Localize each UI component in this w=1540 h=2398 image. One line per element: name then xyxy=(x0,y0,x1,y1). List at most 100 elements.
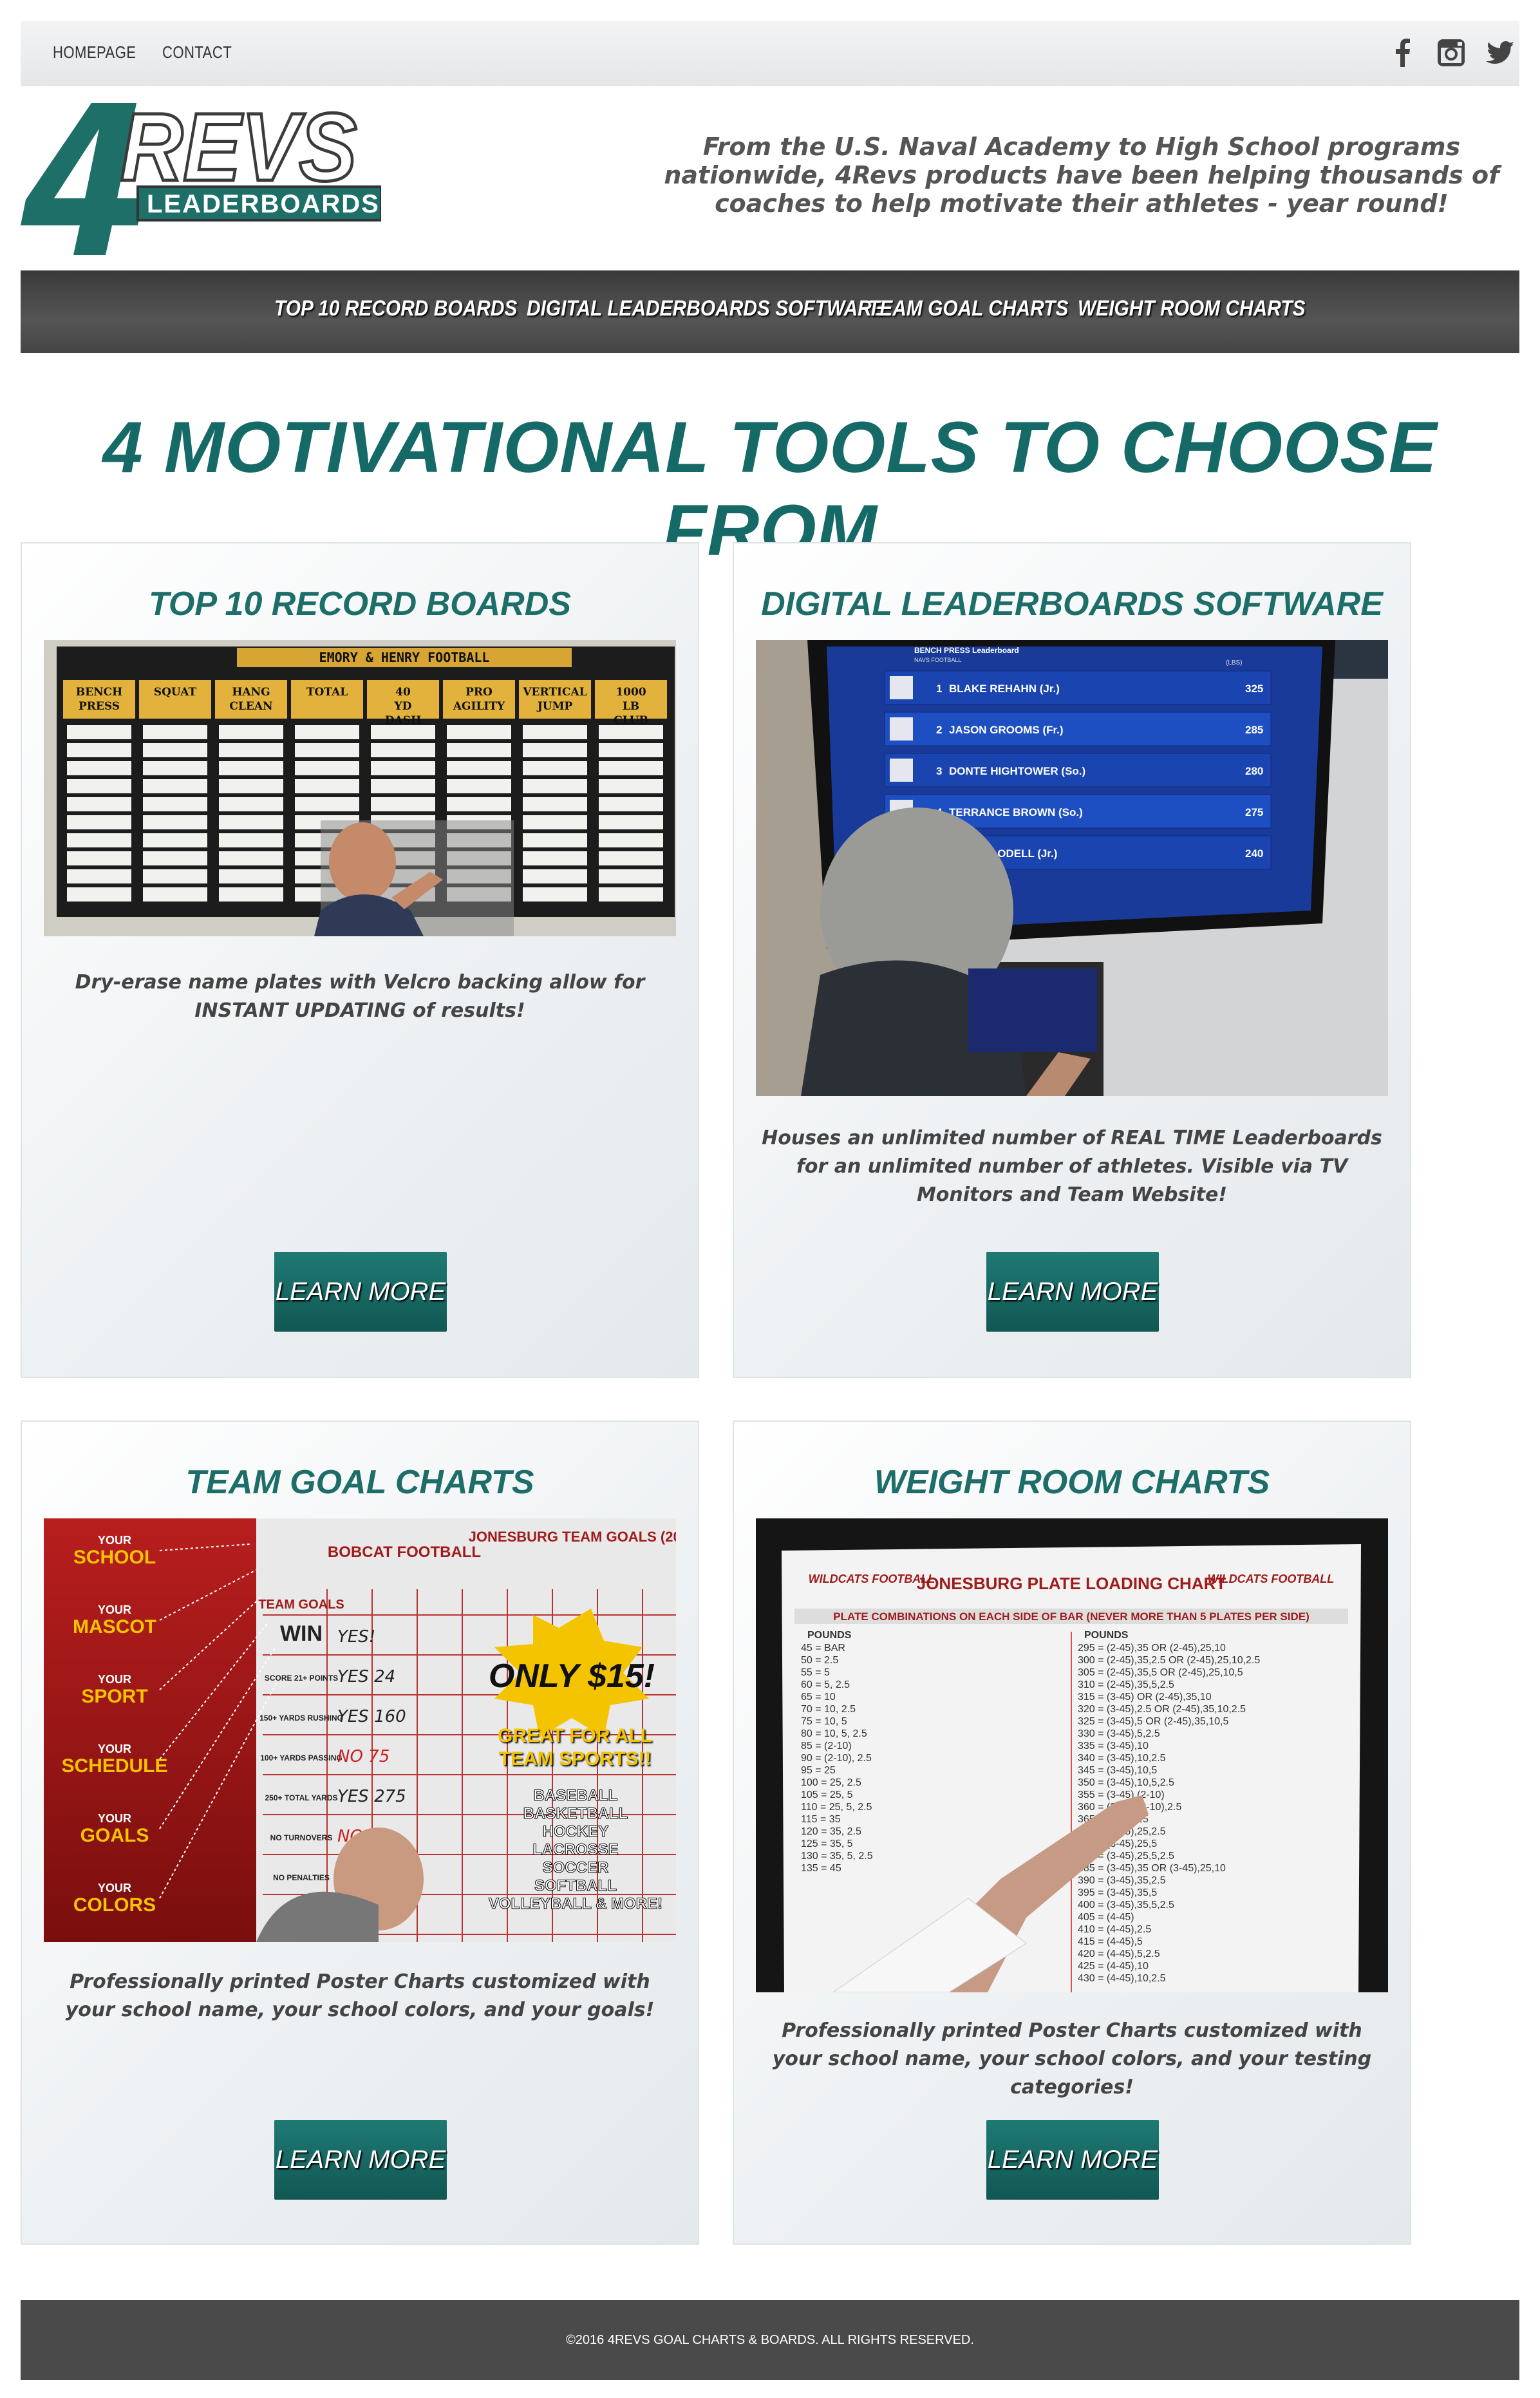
record-name-plate xyxy=(143,869,207,883)
plate-row-left: 115 = 35 xyxy=(801,1814,841,1825)
record-name-plate xyxy=(523,887,587,902)
record-name-plate xyxy=(447,761,511,775)
goal-label-top: YOUR xyxy=(98,1603,131,1616)
record-name-plate xyxy=(219,797,283,811)
plate-row-right: 315 = (3-45) OR (2-45),35,10 xyxy=(1078,1692,1212,1703)
goal-mark: YES 275 xyxy=(337,1787,406,1806)
homepage-link[interactable]: HOMEPAGE xyxy=(53,42,136,62)
record-column-label: SQUAT xyxy=(154,686,197,699)
leaderboard-value: 280 xyxy=(1245,765,1263,777)
leaderboard-avatar xyxy=(890,759,913,782)
jonesburg-title: JONESBURG TEAM GOALS (2011) xyxy=(469,1529,676,1545)
nav-digital-leaderboards[interactable]: DIGITAL LEADERBOARDS SOFTWARE xyxy=(527,296,885,321)
promo-sport: LACROSSE xyxy=(532,1841,618,1858)
leaderboard-row xyxy=(884,712,1272,746)
digital-leaderboard-photo: BENCH PRESS Leaderboard NAVS FOOTBALL (L… xyxy=(756,640,1388,1096)
record-name-plate xyxy=(219,869,283,883)
plate-row-left: 55 = 5 xyxy=(801,1667,830,1678)
footer: ©2016 4REVS GOAL CHARTS & BOARDS. ALL RI… xyxy=(21,2300,1519,2380)
plate-row-left: 75 = 10, 5 xyxy=(801,1716,847,1727)
card-team-goal-charts: TEAM GOAL CHARTS YOUR SCHOOL YOUR MASCOT YOU… xyxy=(21,1421,699,2245)
leaderboard-value: 275 xyxy=(1245,806,1263,818)
record-column-label: JUMP xyxy=(536,700,573,713)
record-name-plate xyxy=(219,815,283,829)
record-name-plate xyxy=(219,851,283,865)
goal-label-main: COLORS xyxy=(73,1894,156,1916)
team-goal-chart-photo: YOUR SCHOOL YOUR MASCOT YOUR SPORT YOUR SCHEDUL… xyxy=(44,1518,676,1942)
leaderboard-name: TERRANCE BROWN (So.) xyxy=(949,806,1083,818)
plate-row-right: 425 = (4-45),10 xyxy=(1078,1961,1149,1972)
record-name-plate xyxy=(599,869,663,883)
card-title: WEIGHT ROOM CHARTS xyxy=(874,1464,1270,1501)
record-name-plate xyxy=(67,869,131,883)
board-sub: NAVS FOOTBALL xyxy=(914,657,961,663)
record-name-plate xyxy=(219,833,283,847)
record-name-plate xyxy=(219,761,283,775)
record-name-plate xyxy=(371,761,435,775)
record-name-plate xyxy=(371,725,435,739)
record-name-plate xyxy=(143,725,207,739)
leaderboard-name: JASON GROOMS (Fr.) xyxy=(949,724,1064,736)
leaderboard-value: 325 xyxy=(1245,683,1263,695)
record-name-plate xyxy=(67,797,131,811)
record-name-plate xyxy=(523,779,587,793)
record-name-plate xyxy=(219,779,283,793)
record-column-label: VERTICAL xyxy=(522,686,587,699)
goal-mark: NO 75 xyxy=(337,1747,390,1766)
plate-row-left: 135 = 45 xyxy=(801,1863,841,1874)
leaderboard-value: 285 xyxy=(1245,724,1263,736)
instagram-icon[interactable] xyxy=(1434,36,1468,70)
learn-more-button[interactable]: LEARN MORE xyxy=(274,1252,447,1332)
promo-price: ONLY $15! xyxy=(489,1657,655,1695)
record-column-label: PRESS xyxy=(79,700,120,713)
record-name-plate xyxy=(599,725,663,739)
nav-top-10-record-boards[interactable]: TOP 10 RECORD BOARDS xyxy=(274,296,517,321)
plate-row-right: 350 = (3-45),10,5,2.5 xyxy=(1078,1777,1174,1788)
leaderboard-value: 240 xyxy=(1245,847,1263,860)
goal-label-top: YOUR xyxy=(98,1812,131,1825)
record-name-plate xyxy=(447,797,511,811)
plate-row-right: 330 = (3-45),5,2.5 xyxy=(1078,1728,1160,1739)
plate-row-left: 85 = (2-10) xyxy=(801,1741,852,1751)
goal-mark: YES 160 xyxy=(337,1707,406,1726)
record-name-plate xyxy=(143,797,207,811)
record-column-label: BENCH xyxy=(76,686,122,699)
wr-col-right: POUNDS xyxy=(1084,1630,1129,1641)
record-name-plate xyxy=(523,761,587,775)
plate-row-right: 430 = (4-45),10,2.5 xyxy=(1078,1973,1166,1984)
leaderboard-name: DONTE HIGHTOWER (So.) xyxy=(949,765,1085,777)
learn-more-button[interactable]: LEARN MORE xyxy=(986,2120,1159,2200)
record-name-plate xyxy=(447,743,511,757)
plate-row-right: 345 = (3-45),10,5 xyxy=(1078,1765,1157,1776)
top-bar: HOMEPAGE CONTACT xyxy=(21,21,1519,86)
record-name-plate xyxy=(143,833,207,847)
facebook-icon[interactable] xyxy=(1385,36,1419,70)
goal-row-label: WIN xyxy=(280,1621,323,1646)
leaderboard-rank: 2 xyxy=(936,724,942,736)
leaderboard-rank: 1 xyxy=(936,683,942,695)
record-name-plate xyxy=(371,743,435,757)
card-description: Professionally printed Poster Charts cus… xyxy=(772,2019,1372,2099)
record-name-plate xyxy=(599,761,663,775)
nav-weight-room-charts[interactable]: WEIGHT ROOM CHARTS xyxy=(1078,296,1305,321)
twitter-icon[interactable] xyxy=(1483,36,1517,70)
learn-more-button[interactable]: LEARN MORE xyxy=(986,1252,1159,1332)
record-name-plate xyxy=(447,779,511,793)
leaderboard-rank: 3 xyxy=(936,765,942,777)
board-title: BENCH PRESS Leaderboard xyxy=(914,646,1019,655)
record-name-plate xyxy=(371,779,435,793)
plate-row-right: 295 = (2-45),35 OR (2-45),25,10 xyxy=(1078,1643,1226,1654)
logo[interactable]: REVS LEADERBOARDS 4 xyxy=(21,92,382,255)
board-unit: (LBS) xyxy=(1226,659,1243,666)
record-board-photo: EMORY & HENRY FOOTBALL BENCH PRESS SQUAT HA… xyxy=(44,640,676,936)
nav-team-goal-charts[interactable]: TEAM GOAL CHARTS xyxy=(868,296,1068,321)
record-name-plate xyxy=(143,815,207,829)
contact-link[interactable]: CONTACT xyxy=(162,42,232,62)
plate-row-left: 65 = 10 xyxy=(801,1692,836,1703)
record-board-header: EMORY & HENRY FOOTBALL xyxy=(319,650,490,665)
record-name-plate xyxy=(599,887,663,902)
record-column-label: AGILITY xyxy=(453,700,505,713)
record-name-plate xyxy=(599,815,663,829)
record-name-plate xyxy=(143,779,207,793)
learn-more-button[interactable]: LEARN MORE xyxy=(274,2120,447,2200)
